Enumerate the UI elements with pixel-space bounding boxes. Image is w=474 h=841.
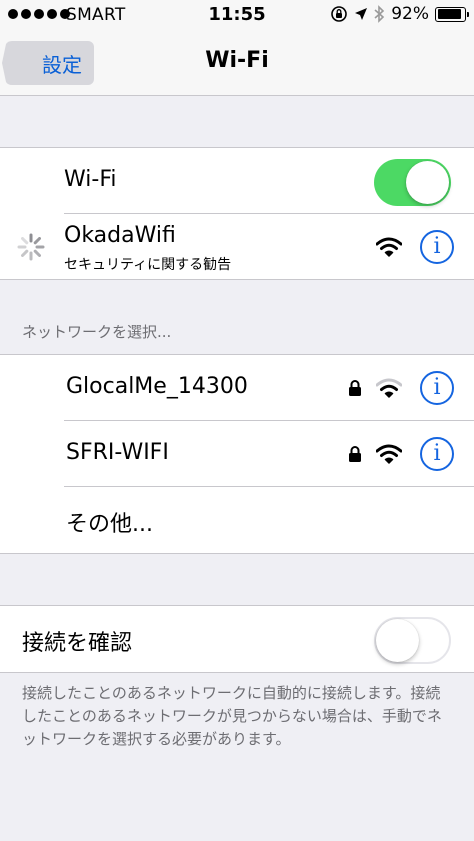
- wifi-toggle-row: Wi-Fi: [0, 148, 474, 214]
- page-title: Wi-Fi: [205, 48, 269, 73]
- network-section-header: ネットワークを選択...: [22, 323, 172, 341]
- lock-icon: [349, 446, 361, 462]
- network-row-sfri[interactable]: SFRI-WIFI i: [0, 421, 474, 487]
- network-list: GlocalMe_14300 i SFRI-WIFI i その他...: [0, 354, 474, 554]
- current-network-name: OkadaWifi: [64, 223, 176, 248]
- battery-icon: [435, 6, 469, 22]
- ask-to-join-footer: 接続したことのあるネットワークに自動的に接続します。接続したことのあるネットワー…: [22, 684, 442, 748]
- info-icon[interactable]: i: [420, 230, 454, 264]
- rotation-lock-icon: [331, 6, 348, 22]
- info-icon[interactable]: i: [420, 371, 454, 405]
- ask-to-join-row: 接続を確認: [0, 606, 474, 672]
- ask-to-join-group: 接続を確認: [0, 605, 474, 673]
- location-icon: [355, 8, 368, 20]
- bluetooth-icon: [374, 5, 385, 23]
- current-network-warning: セキュリティに関する勧告: [64, 257, 232, 273]
- wifi-signal-icon: [376, 444, 402, 464]
- current-network-row[interactable]: OkadaWifi セキュリティに関する勧告 i: [0, 214, 474, 279]
- navigation-bar: 設定 Wi-Fi: [0, 30, 474, 96]
- network-name: SFRI-WIFI: [66, 440, 169, 465]
- other-network-label: その他...: [66, 512, 153, 537]
- wifi-label: Wi-Fi: [64, 167, 117, 192]
- battery-percent: 92%: [391, 4, 429, 24]
- wifi-signal-icon: [376, 237, 402, 257]
- network-name: GlocalMe_14300: [66, 374, 248, 399]
- wifi-group: Wi-Fi OkadaWifi セキュリティに関する勧告 i: [0, 147, 474, 280]
- wifi-signal-icon: [376, 378, 402, 398]
- network-row-glocalme[interactable]: GlocalMe_14300 i: [0, 355, 474, 421]
- status-bar: SMART 11:55 92%: [0, 0, 474, 30]
- other-network-row[interactable]: その他...: [0, 487, 474, 553]
- loading-spinner-icon: [17, 233, 45, 261]
- info-icon[interactable]: i: [420, 437, 454, 471]
- wifi-toggle[interactable]: [374, 159, 451, 206]
- ask-to-join-toggle[interactable]: [374, 617, 451, 664]
- ask-to-join-label: 接続を確認: [22, 631, 133, 656]
- lock-icon: [349, 380, 361, 396]
